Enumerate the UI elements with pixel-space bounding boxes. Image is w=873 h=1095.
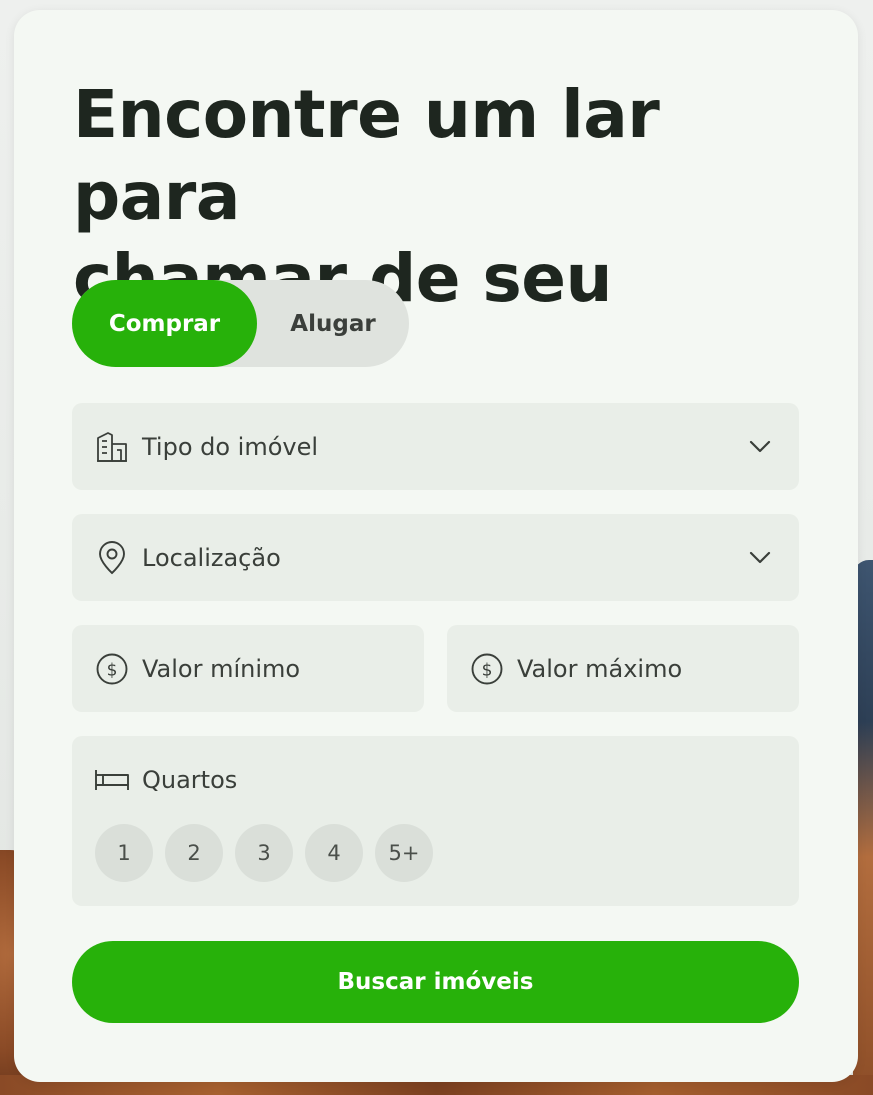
min-price-label: Valor mínimo [142,654,301,683]
chevron-down-icon [747,545,773,571]
min-price-field[interactable]: $ Valor mínimo [72,625,424,712]
svg-text:$: $ [482,660,493,680]
bed-icon [94,762,130,798]
location-label: Localização [142,543,281,572]
bedrooms-option-1[interactable]: 1 [95,824,153,882]
bedrooms-option-2[interactable]: 2 [165,824,223,882]
max-price-label: Valor máximo [517,654,683,683]
map-pin-icon [94,540,130,576]
search-properties-button[interactable]: Buscar imóveis [72,941,799,1023]
title-line-1: Encontre um lar para [73,76,660,235]
dollar-circle-icon: $ [94,651,130,687]
max-price-field[interactable]: $ Valor máximo [447,625,799,712]
bedrooms-filter: Quartos 1 2 3 4 5+ [72,736,799,906]
toggle-rent-button[interactable]: Alugar [257,280,409,367]
bedrooms-option-3[interactable]: 3 [235,824,293,882]
bedrooms-option-5-plus[interactable]: 5+ [375,824,433,882]
bedrooms-option-4[interactable]: 4 [305,824,363,882]
svg-text:$: $ [107,660,118,680]
toggle-buy-button[interactable]: Comprar [72,280,257,367]
building-icon [94,429,130,465]
property-type-select[interactable]: Tipo do imóvel [72,403,799,490]
bedrooms-label: Quartos [142,766,238,794]
location-select[interactable]: Localização [72,514,799,601]
property-type-label: Tipo do imóvel [142,432,319,461]
buy-rent-toggle: Comprar Alugar [72,280,409,367]
dollar-circle-icon: $ [469,651,505,687]
chevron-down-icon [747,434,773,460]
search-card: Encontre um lar para chamar de seu Compr… [14,10,858,1082]
